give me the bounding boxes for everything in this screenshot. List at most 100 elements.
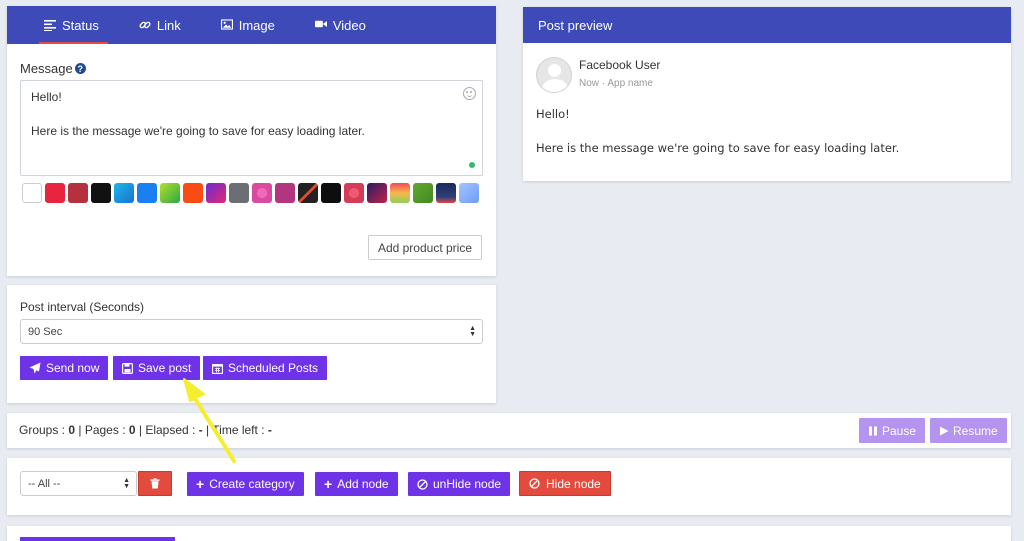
message-line-2: Here is the message we're going to save … [31,124,365,138]
category-select-value: -- All -- [28,477,61,490]
bottom-card [7,526,1011,541]
color-swatch[interactable] [160,183,180,203]
category-toolbar: -- All -- ▲ ▼ + Create category + Add nod… [7,458,1011,515]
play-icon [939,426,949,436]
hide-node-label: Hide node [546,476,601,491]
avatar [536,57,572,93]
color-swatch[interactable] [344,183,364,203]
time-left-value: - [267,423,272,437]
send-now-button[interactable]: Send now [20,356,109,380]
calendar-icon [212,363,223,374]
trash-icon [150,478,160,489]
tab-image-label: Image [238,17,275,33]
select-arrows-icon: ▲ ▼ [123,476,130,490]
color-swatch[interactable] [413,183,433,203]
add-product-price-button[interactable]: Add product price [367,235,482,260]
tab-link[interactable]: Link [128,6,192,44]
emoji-icon[interactable] [463,87,476,100]
preview-user-name: Facebook User [579,58,661,72]
message-label-text: Message [20,61,73,76]
preview-message: Hello! Here is the message we're going t… [536,106,899,174]
post-preview-title: Post preview [538,17,613,33]
category-select[interactable]: -- All -- ▲ ▼ [20,471,137,496]
color-swatch[interactable] [137,183,157,203]
color-swatch[interactable] [390,183,410,203]
color-swatch[interactable] [229,183,249,203]
composer-card: Status Link Image Video Message ? Hello!… [7,6,496,276]
plus-icon: + [324,476,333,492]
help-icon[interactable]: ? [74,63,86,74]
elapsed-label: | Elapsed : [135,423,199,437]
tab-status[interactable]: Status [33,6,110,44]
ban-icon [417,478,428,490]
tab-image[interactable]: Image [210,6,286,44]
post-interval-card: Post interval (Seconds) 90 Sec ▲ ▼ Send n… [7,285,496,403]
pause-label: Pause [882,423,917,438]
color-swatch[interactable] [459,183,479,203]
color-swatch[interactable] [68,183,88,203]
preview-line-1: Hello! [536,107,570,121]
delete-category-button[interactable] [138,471,172,496]
select-arrows-icon: ▲ ▼ [469,324,476,338]
pages-count: 0 [128,423,136,437]
image-icon [220,19,233,31]
color-swatch[interactable] [114,183,134,203]
groups-label: Groups : [19,423,69,437]
tab-link-label: Link [156,17,181,33]
color-swatch[interactable] [252,183,272,203]
preview-meta: Now · App name [579,78,653,89]
post-preview-card: Post preview Facebook User Now · App nam… [523,7,1011,181]
post-preview-header: Post preview [523,7,1011,43]
color-swatch[interactable] [91,183,111,203]
send-now-label: Send now [46,361,100,375]
save-post-button[interactable]: Save post [113,356,201,380]
pause-icon [868,426,878,436]
unhide-node-button[interactable]: unHide node [408,472,511,496]
create-category-label: Create category [209,477,295,491]
color-swatch[interactable] [321,183,341,203]
plus-icon: + [196,476,205,492]
paper-plane-icon [29,362,41,374]
post-interval-label: Post interval (Seconds) [20,300,145,314]
color-swatch[interactable] [298,183,318,203]
create-category-button[interactable]: + Create category [187,472,304,496]
pause-button[interactable]: Pause [859,418,926,443]
bottom-button-edge[interactable] [20,537,175,541]
add-product-price-label: Add product price [377,240,472,255]
hide-node-button[interactable]: Hide node [519,471,611,496]
resume-label: Resume [953,423,998,438]
color-swatch[interactable] [436,183,456,203]
tab-status-label: Status [62,17,99,33]
color-swatch[interactable] [275,183,295,203]
add-node-label: Add node [337,477,389,491]
scheduled-posts-button[interactable]: Scheduled Posts [203,356,328,380]
post-interval-value: 90 Sec [28,325,63,338]
tab-video-label: Video [332,17,366,33]
message-textarea[interactable]: Hello! Here is the message we're going t… [20,80,483,176]
link-icon [139,19,151,31]
preview-line-2: Here is the message we're going to save … [536,141,900,155]
message-line-1: Hello! [31,90,62,104]
lines-icon [44,19,56,31]
progress-status-bar: Groups : 0 | Pages : 0 | Elapsed : - | T… [7,413,1011,448]
floppy-disk-icon [122,362,133,374]
color-swatch[interactable] [206,183,226,203]
color-swatch[interactable] [183,183,203,203]
save-post-label: Save post [138,361,192,375]
video-icon [314,19,327,31]
color-swatch[interactable] [367,183,387,203]
tab-video[interactable]: Video [304,6,377,44]
composer-tabs: Status Link Image Video [7,6,496,44]
progress-status-text: Groups : 0 | Pages : 0 | Elapsed : - | T… [19,423,272,437]
post-interval-select[interactable]: 90 Sec ▲ ▼ [20,319,483,344]
unhide-node-label: unHide node [433,477,502,491]
status-dot-icon [469,162,475,168]
add-node-button[interactable]: + Add node [315,472,398,496]
background-swatches [22,183,482,203]
message-label: Message ? [20,61,86,76]
color-swatch[interactable] [22,183,42,203]
pages-label: | Pages : [75,423,129,437]
color-swatch[interactable] [45,183,65,203]
resume-button[interactable]: Resume [930,418,1007,443]
time-left-label: | Time left : [202,423,268,437]
